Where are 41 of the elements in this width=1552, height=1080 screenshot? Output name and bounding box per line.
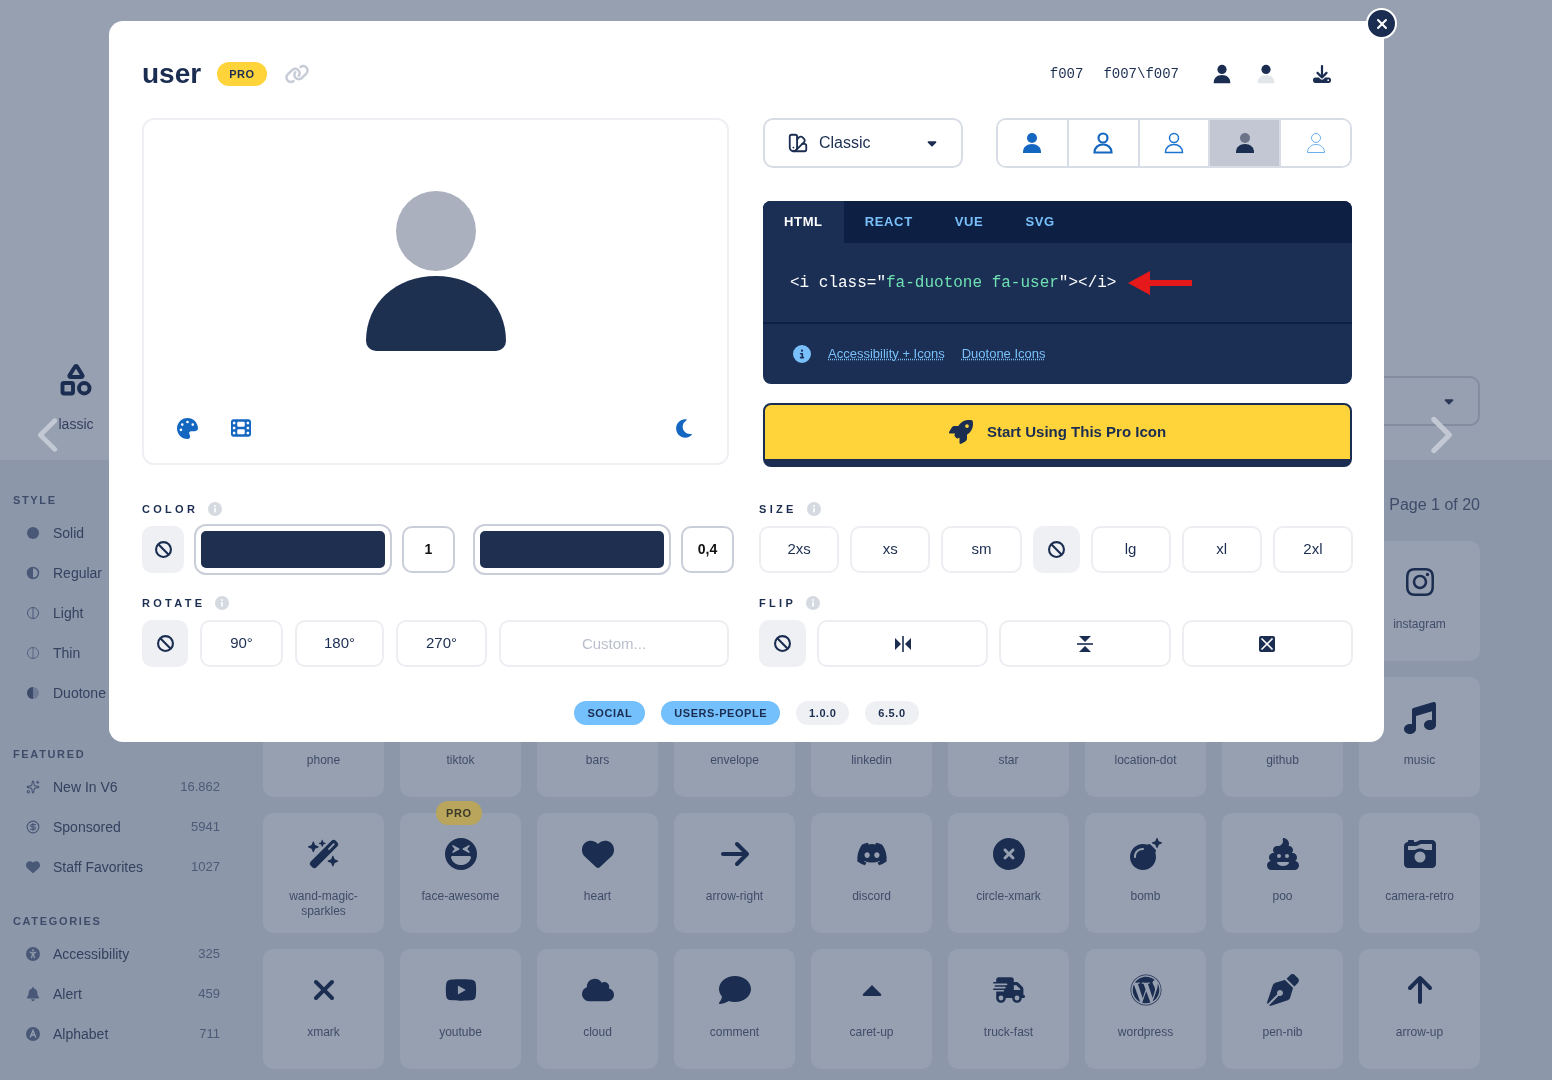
icon-label: arrow-right [704, 889, 765, 904]
icon-label: phone [305, 753, 342, 768]
icon-label: camera-retro [1384, 889, 1455, 904]
icon-label: face-awesome [420, 889, 501, 904]
section-label: ROTATE [142, 595, 206, 611]
style-label: lassic [58, 415, 94, 434]
icon-label: cloud [582, 1025, 613, 1040]
section-label: COLOR [142, 501, 199, 517]
icon-label: caret-up [848, 1025, 895, 1040]
pro-badge: PRO [217, 62, 267, 86]
icon-label: wordpress [1116, 1025, 1175, 1040]
pro-badge: PRO [436, 801, 482, 825]
icon-label: bars [584, 753, 611, 768]
section-label: SIZE [759, 501, 797, 517]
icon-label: linkedin [850, 753, 893, 768]
icon-label: comment [708, 1025, 761, 1040]
section-label: FLIP [759, 595, 797, 611]
icon-label: envelope [709, 753, 760, 768]
icon-label: poo [1271, 889, 1294, 904]
icon-label: circle-xmark [975, 889, 1042, 904]
section-heading: CATEGORIES [13, 914, 102, 928]
icon-label: github [1265, 753, 1300, 768]
icon-label: arrow-up [1394, 1025, 1445, 1040]
icon-label: tiktok [445, 753, 476, 768]
icon-label: pen-nib [1261, 1025, 1304, 1040]
icon-label: heart [582, 889, 613, 904]
icon-label: discord [851, 889, 892, 904]
icon-label: star [997, 753, 1020, 768]
icon-label: instagram [1392, 617, 1447, 632]
icon-title: user [142, 60, 202, 88]
section-heading: FEATURED [13, 747, 86, 761]
icon-label: music [1402, 753, 1437, 768]
icon-label: wand-magic-sparkles [288, 889, 359, 919]
icon-label: location-dot [1113, 753, 1178, 768]
code-snippet: <i class="fa-duotone fa-user"></i> [790, 272, 1117, 294]
icon-label: xmark [306, 1025, 341, 1040]
icon-label: truck-fast [982, 1025, 1035, 1040]
section-heading: STYLE [13, 493, 57, 507]
icon-label: youtube [438, 1025, 483, 1040]
icon-label: bomb [1129, 889, 1162, 904]
pagination-label: Page 1 of 20 [1389, 495, 1480, 515]
